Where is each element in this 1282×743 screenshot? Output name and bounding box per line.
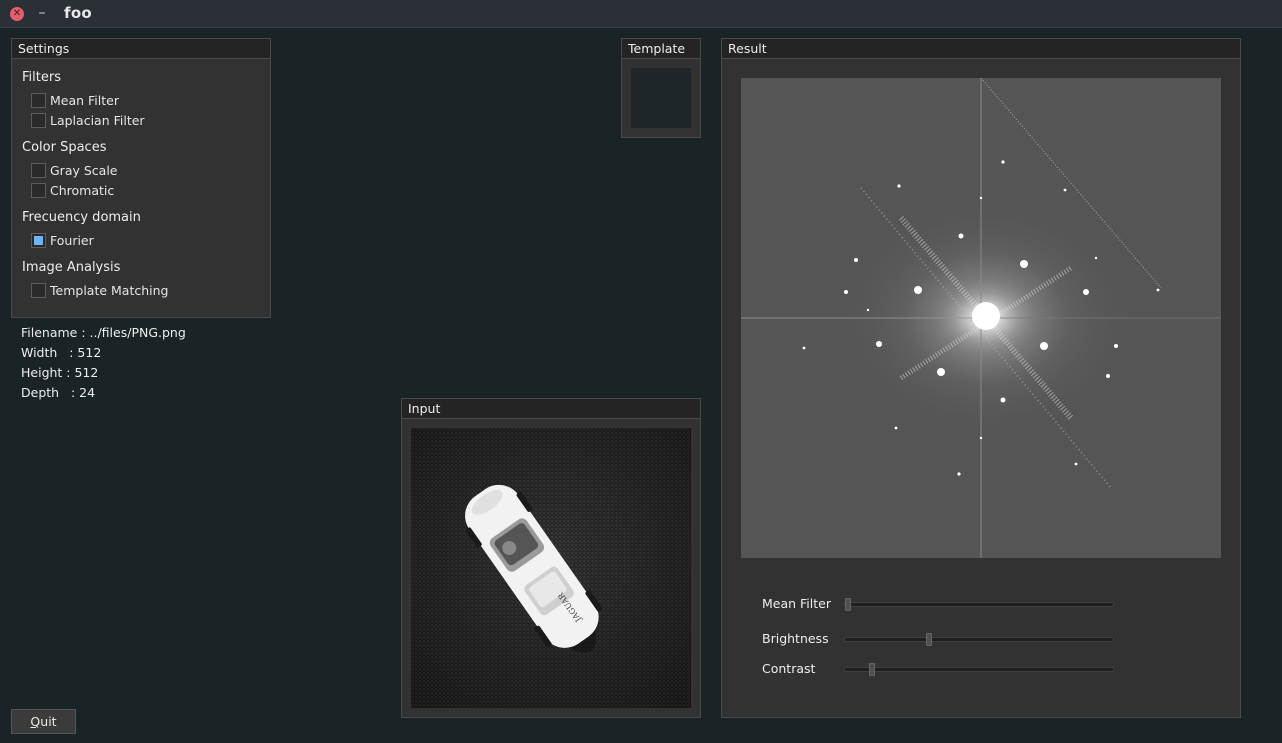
input-header: Input: [402, 399, 700, 419]
slider-mean-filter[interactable]: [844, 598, 1114, 611]
input-image: JAGUAR: [411, 428, 691, 708]
template-image: [631, 68, 691, 128]
checkbox-laplacian-filter[interactable]: Laplacian Filter: [31, 111, 145, 129]
slider-label-mean-filter: Mean Filter: [762, 596, 831, 611]
group-title-color-spaces: Color Spaces: [22, 140, 107, 155]
checkbox-box-checked[interactable]: [31, 232, 46, 248]
checkbox-gray-scale[interactable]: Gray Scale: [31, 161, 118, 179]
checkbox-template-matching[interactable]: Template Matching: [31, 281, 168, 299]
checkbox-mean-filter[interactable]: Mean Filter: [31, 91, 119, 109]
quit-mnemonic: Q: [30, 714, 41, 729]
checkbox-label: Fourier: [50, 232, 94, 248]
slider-brightness[interactable]: [844, 633, 1114, 646]
checkbox-box[interactable]: [31, 162, 46, 178]
slider-handle[interactable]: [868, 663, 875, 676]
checkbox-label: Mean Filter: [50, 92, 119, 108]
checkbox-label: Laplacian Filter: [50, 112, 145, 128]
group-title-filters: Filters: [22, 70, 61, 85]
template-header: Template: [622, 39, 700, 59]
info-width: Width : 512: [21, 345, 102, 360]
checkbox-chromatic[interactable]: Chromatic: [31, 181, 114, 199]
checkbox-box[interactable]: [31, 282, 46, 298]
checkbox-fourier[interactable]: Fourier: [31, 231, 94, 249]
quit-label-rest: uit: [40, 714, 57, 729]
slider-label-contrast: Contrast: [762, 661, 816, 676]
checkbox-box[interactable]: [31, 182, 46, 198]
quit-button[interactable]: Quit: [11, 709, 76, 734]
settings-header: Settings: [12, 39, 270, 59]
settings-panel: Settings Filters Mean Filter Laplacian F…: [11, 38, 271, 318]
slider-label-brightness: Brightness: [762, 631, 829, 646]
checkbox-box[interactable]: [31, 92, 46, 108]
close-icon[interactable]: ✕: [10, 7, 24, 21]
group-title-image-analysis: Image Analysis: [22, 260, 121, 275]
input-panel: Input JAGUAR: [401, 398, 701, 718]
slider-group: Mean Filter Brightness Contrast: [722, 39, 1242, 719]
slider-contrast[interactable]: [844, 663, 1114, 676]
window-title: foo: [64, 4, 93, 22]
slider-handle[interactable]: [926, 633, 933, 646]
checkbox-label: Chromatic: [50, 182, 115, 198]
minimize-icon[interactable]: –: [36, 3, 48, 23]
checkbox-box[interactable]: [31, 112, 46, 128]
group-title-frequency-domain: Frecuency domain: [22, 210, 141, 225]
template-panel: Template: [621, 38, 701, 138]
result-panel: Result Mean Filter Brightness Contrast: [721, 38, 1241, 718]
checkbox-label: Gray Scale: [50, 162, 118, 178]
info-height: Height : 512: [21, 365, 99, 380]
checkbox-label: Template Matching: [50, 282, 169, 298]
info-depth: Depth : 24: [21, 385, 96, 400]
slider-handle[interactable]: [845, 598, 851, 611]
info-filename: Filename : ../files/PNG.png: [21, 325, 186, 340]
window-titlebar: ✕ – foo: [0, 0, 1282, 28]
